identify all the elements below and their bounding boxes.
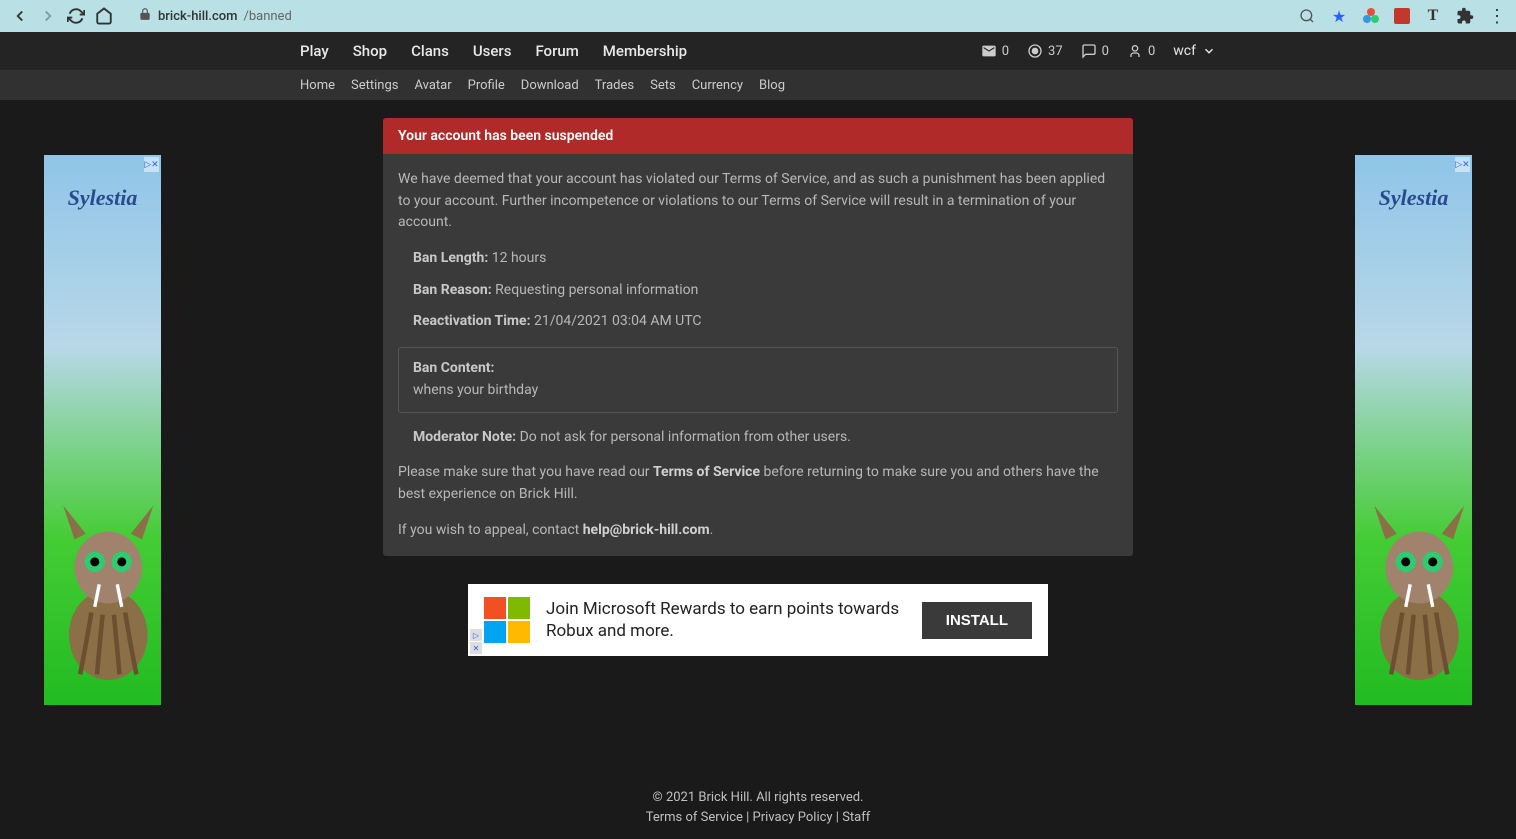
ban-content-value: whens your birthday [413, 380, 1103, 402]
extensions-icon[interactable] [1456, 7, 1474, 25]
ban-length-row: Ban Length: 12 hours [413, 248, 1118, 270]
intro-text: We have deemed that your account has vio… [398, 169, 1118, 234]
mail-icon [981, 43, 997, 59]
coin-icon [1027, 43, 1043, 59]
subnav-download[interactable]: Download [521, 78, 579, 93]
address-bar[interactable]: brick-hill.com/banned [130, 5, 1290, 27]
subnav-sets[interactable]: Sets [650, 78, 676, 93]
ad-marker-icon[interactable]: ▷✕ [1455, 157, 1470, 172]
subnav-avatar[interactable]: Avatar [414, 78, 451, 93]
currency-stat[interactable]: 37 [1027, 43, 1063, 59]
banner-ad[interactable]: ▷ ✕ Join Microsoft Rewards to earn point… [468, 584, 1048, 656]
sub-navigation: Home Settings Avatar Profile Download Tr… [0, 70, 1516, 100]
chat-stat[interactable]: 0 [1081, 43, 1109, 59]
nav-forum[interactable]: Forum [535, 42, 578, 60]
tos-paragraph: Please make sure that you have read our … [398, 462, 1118, 505]
user-icon [1127, 43, 1143, 59]
top-navigation: Play Shop Clans Users Forum Membership 0… [0, 32, 1516, 70]
appeal-text-before: If you wish to appeal, contact [398, 522, 583, 538]
footer: © 2021 Brick Hill. All rights reserved. … [0, 776, 1516, 839]
nav-shop[interactable]: Shop [353, 42, 387, 60]
friends-count: 0 [1148, 44, 1155, 59]
install-button[interactable]: INSTALL [922, 602, 1032, 639]
ad-sidebar-right[interactable]: ▷✕ Sylestia [1355, 155, 1472, 705]
footer-tos-link[interactable]: Terms of Service [646, 810, 743, 825]
subnav-profile[interactable]: Profile [468, 78, 505, 93]
currency-count: 37 [1048, 44, 1063, 59]
back-button[interactable] [10, 6, 30, 26]
url-path: /banned [243, 9, 291, 24]
ban-length-value: 12 hours [488, 250, 546, 266]
nav-membership[interactable]: Membership [603, 42, 687, 60]
moderator-note-row: Moderator Note: Do not ask for personal … [398, 427, 1118, 449]
ad-info-icon[interactable]: ▷ [470, 629, 482, 641]
footer-staff-link[interactable]: Staff [842, 810, 870, 825]
suspension-card: Your account has been suspended We have … [383, 118, 1133, 556]
extension-red-icon[interactable] [1394, 8, 1410, 24]
nav-clans[interactable]: Clans [411, 42, 449, 60]
microsoft-logo-icon [484, 597, 530, 643]
chat-count: 0 [1102, 44, 1109, 59]
reactivation-value: 21/04/2021 03:04 AM UTC [531, 313, 702, 329]
ban-reason-label: Ban Reason: [413, 282, 492, 298]
nav-users[interactable]: Users [473, 42, 512, 60]
lock-icon [138, 7, 152, 25]
ban-content-box: Ban Content: whens your birthday [398, 347, 1118, 412]
ad-creature-image [52, 500, 165, 680]
chevron-down-icon [1202, 44, 1216, 58]
subnav-currency[interactable]: Currency [692, 78, 743, 93]
extension-color-icon[interactable] [1362, 7, 1380, 25]
ad-brand-text: Sylestia [49, 185, 156, 211]
subnav-settings[interactable]: Settings [351, 78, 398, 93]
ad-close-icon[interactable]: ✕ [470, 642, 482, 654]
appeal-text-after: . [710, 522, 714, 538]
footer-separator: | [743, 810, 753, 825]
moderator-note-value: Do not ask for personal information from… [516, 429, 851, 445]
forward-button[interactable] [38, 6, 58, 26]
appeal-paragraph: If you wish to appeal, contact help@bric… [398, 520, 1118, 542]
nav-play[interactable]: Play [300, 42, 329, 60]
browser-toolbar: brick-hill.com/banned ★ T ⋮ [0, 0, 1516, 32]
subnav-trades[interactable]: Trades [595, 78, 634, 93]
card-title: Your account has been suspended [383, 118, 1133, 154]
username-label: wcf [1173, 43, 1196, 59]
messages-count: 0 [1002, 44, 1009, 59]
ban-length-label: Ban Length: [413, 250, 488, 266]
copyright-text: © 2021 Brick Hill. All rights reserved. [0, 788, 1516, 808]
footer-separator: | [833, 810, 843, 825]
reactivation-label: Reactivation Time: [413, 313, 531, 329]
ban-reason-row: Ban Reason: Requesting personal informat… [413, 280, 1118, 302]
search-icon[interactable] [1298, 7, 1316, 25]
menu-icon[interactable]: ⋮ [1488, 7, 1506, 25]
appeal-email[interactable]: help@brick-hill.com [583, 522, 710, 538]
ad-creature-image [1363, 500, 1476, 680]
ban-reason-value: Requesting personal information [492, 282, 699, 298]
messages-stat[interactable]: 0 [981, 43, 1009, 59]
friends-stat[interactable]: 0 [1127, 43, 1155, 59]
main-content: ▷✕ Sylestia ▷✕ Sylestia [0, 100, 1516, 839]
home-button[interactable] [94, 6, 114, 26]
moderator-note-label: Moderator Note: [413, 429, 516, 445]
ban-content-label: Ban Content: [413, 358, 1103, 380]
reactivation-row: Reactivation Time: 21/04/2021 03:04 AM U… [413, 311, 1118, 333]
reload-button[interactable] [66, 6, 86, 26]
tos-text-before: Please make sure that you have read our [398, 464, 653, 480]
bookmark-star-icon[interactable]: ★ [1330, 7, 1348, 25]
ad-brand-text: Sylestia [1360, 185, 1467, 211]
url-domain: brick-hill.com [158, 9, 237, 24]
chat-icon [1081, 43, 1097, 59]
subnav-blog[interactable]: Blog [759, 78, 785, 93]
tos-link[interactable]: Terms of Service [653, 464, 760, 480]
ad-sidebar-left[interactable]: ▷✕ Sylestia [44, 155, 161, 705]
extension-t-icon[interactable]: T [1424, 7, 1442, 25]
ad-marker-icon[interactable]: ▷✕ [144, 157, 159, 172]
user-menu[interactable]: wcf [1173, 43, 1216, 59]
footer-privacy-link[interactable]: Privacy Policy [753, 810, 833, 825]
subnav-home[interactable]: Home [300, 78, 335, 93]
banner-ad-text: Join Microsoft Rewards to earn points to… [546, 598, 906, 642]
